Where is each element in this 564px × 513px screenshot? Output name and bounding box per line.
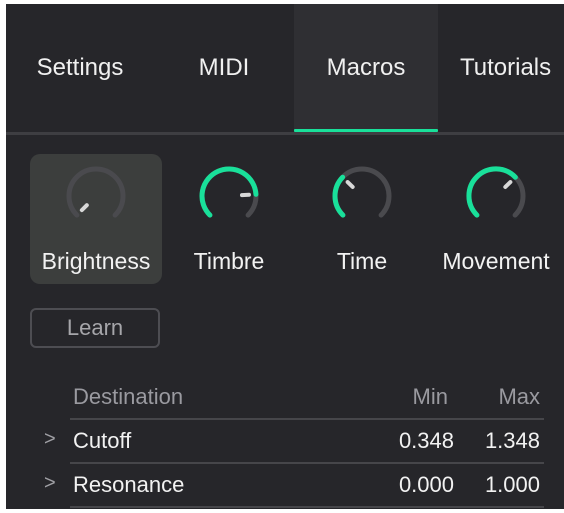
knob-icon[interactable] — [464, 164, 528, 228]
row-max-value[interactable]: 1.000 — [485, 472, 540, 498]
table-divider — [70, 418, 544, 420]
knob-track — [66, 166, 126, 218]
knob-icon[interactable] — [330, 164, 394, 228]
row-min-value[interactable]: 0.348 — [399, 428, 454, 454]
macro-movement-label: Movement — [442, 248, 550, 274]
knob-pointer — [345, 180, 355, 189]
tab-tutorials-label: Tutorials — [460, 54, 552, 81]
tab-macros-label: Macros — [326, 54, 406, 81]
knob-icon[interactable] — [197, 164, 261, 228]
macro-time[interactable]: Time — [296, 154, 428, 284]
column-header-max: Max — [498, 384, 540, 409]
macro-timbre-label: Timbre — [193, 248, 265, 274]
tab-bar: Settings MIDI Macros Tutorials — [6, 4, 564, 132]
knob-value-arc — [466, 166, 518, 218]
table-row[interactable]: > Cutoff 0.348 1.348 — [6, 422, 564, 464]
macro-movement[interactable]: Movement — [430, 154, 562, 284]
macro-time-label: Time — [336, 248, 388, 274]
chevron-right-icon[interactable]: > — [44, 428, 56, 451]
tab-settings[interactable]: Settings — [6, 4, 154, 132]
row-destination: Resonance — [73, 472, 185, 497]
knob-value-arc — [332, 174, 346, 218]
row-destination: Cutoff — [73, 428, 132, 453]
table-divider — [70, 506, 544, 508]
column-header-min: Min — [412, 384, 448, 409]
knob-value-arc — [199, 166, 259, 218]
table-row[interactable]: > Resonance 0.000 1.000 — [6, 466, 564, 508]
tab-tutorials[interactable]: Tutorials — [438, 4, 564, 132]
knob-pointer — [503, 180, 513, 189]
row-max-value[interactable]: 1.348 — [485, 428, 540, 454]
table-divider — [70, 462, 544, 464]
tab-divider — [6, 132, 564, 135]
knob-icon[interactable] — [64, 164, 128, 228]
tab-macros[interactable]: Macros — [294, 4, 438, 132]
macro-timbre[interactable]: Timbre — [163, 154, 295, 284]
chevron-right-icon[interactable]: > — [44, 472, 56, 495]
macro-brightness-label: Brightness — [41, 248, 151, 274]
knob-pointer — [79, 203, 89, 213]
learn-button[interactable]: Learn — [30, 308, 160, 348]
tab-midi-label: MIDI — [198, 54, 250, 81]
tab-midi[interactable]: MIDI — [154, 4, 294, 132]
row-min-value[interactable]: 0.000 — [399, 472, 454, 498]
tab-settings-label: Settings — [36, 54, 124, 81]
macro-brightness[interactable]: Brightness — [30, 154, 162, 284]
macros-panel: Settings MIDI Macros Tutorials Brightnes… — [6, 4, 564, 509]
column-header-destination: Destination — [73, 384, 184, 409]
